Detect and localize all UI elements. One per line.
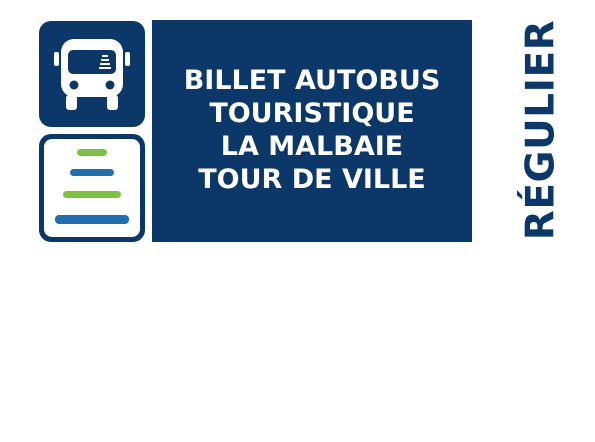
blue-line-medium: [70, 169, 114, 176]
route-lines-icon: [39, 134, 145, 242]
title-line-1: BILLET AUTOBUS: [183, 65, 441, 97]
route-lines-panel: [44, 139, 140, 237]
green-line-long: [63, 191, 121, 198]
ticket-graphic: BILLET AUTOBUS TOURISTIQUE LA MALBAIE TO…: [0, 0, 595, 442]
green-line-short: [77, 149, 107, 156]
ticket-title-panel: BILLET AUTOBUS TOURISTIQUE LA MALBAIE TO…: [152, 20, 472, 242]
blue-line-longest: [55, 215, 129, 224]
fare-type-label: RÉGULIER: [518, 19, 564, 241]
title-line-2: TOURISTIQUE: [209, 98, 415, 130]
title-line-4: TOUR DE VILLE: [198, 163, 426, 195]
title-line-3: LA MALBAIE: [220, 131, 404, 162]
bus-icon: [39, 21, 145, 127]
